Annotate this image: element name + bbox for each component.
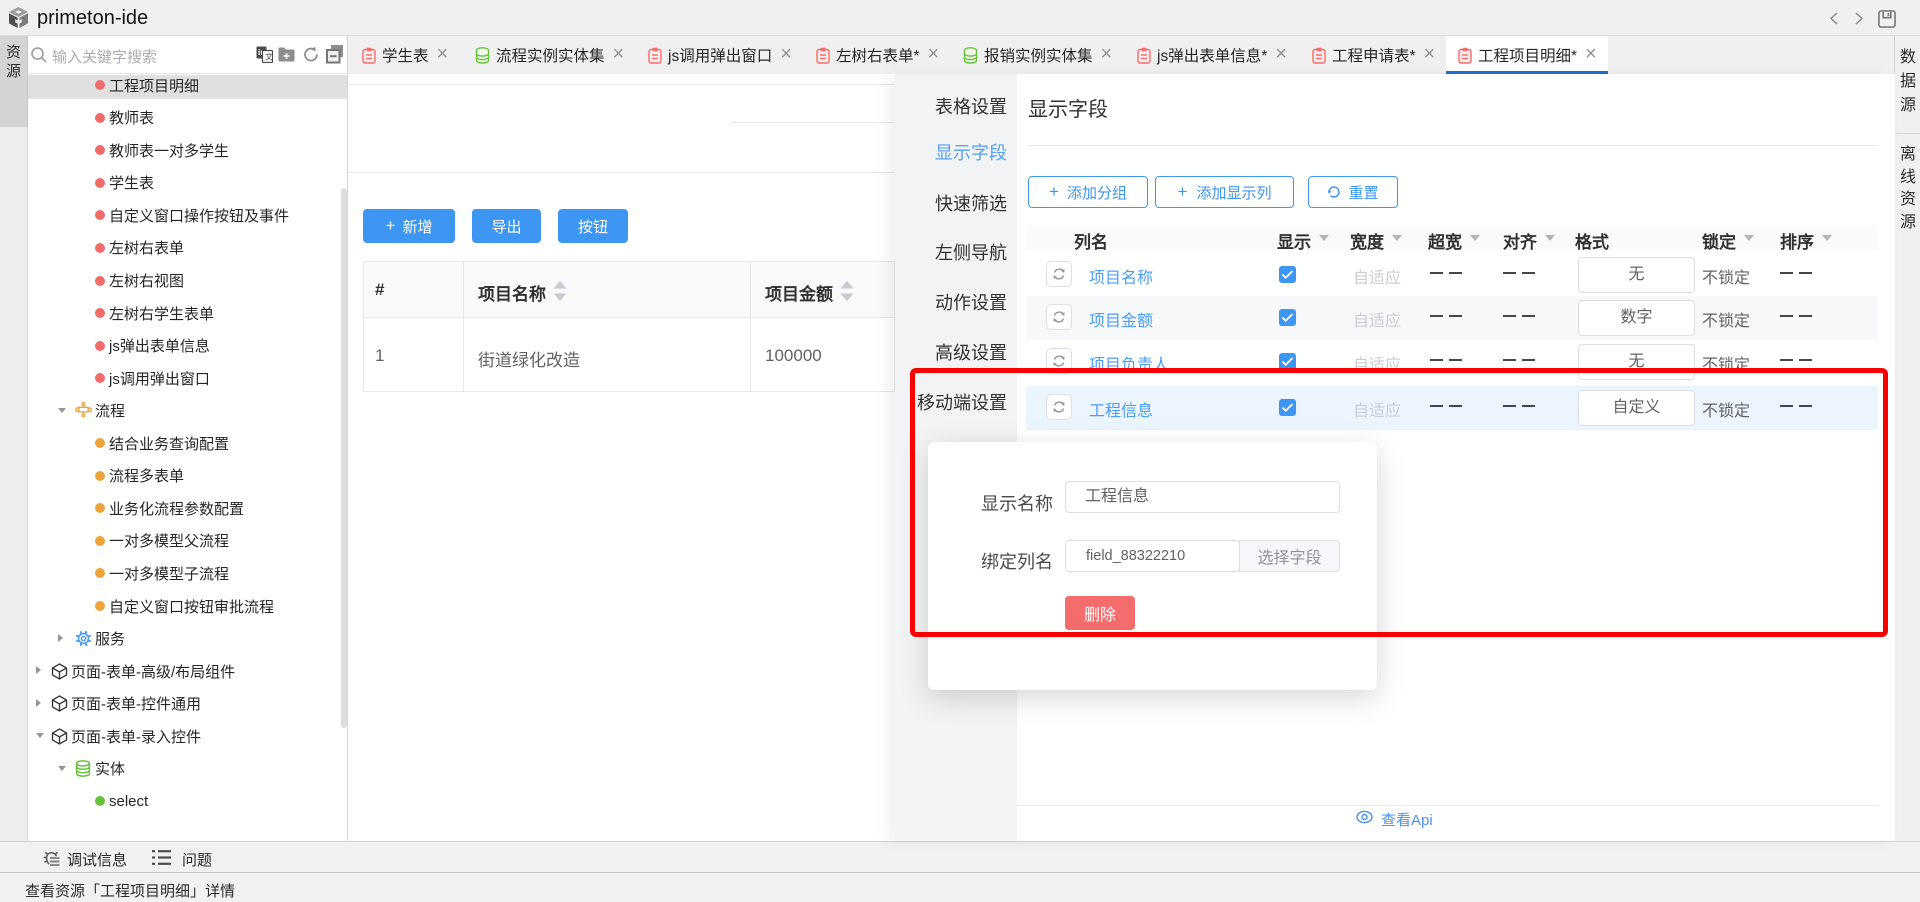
svg-text:文: 文	[265, 52, 273, 62]
